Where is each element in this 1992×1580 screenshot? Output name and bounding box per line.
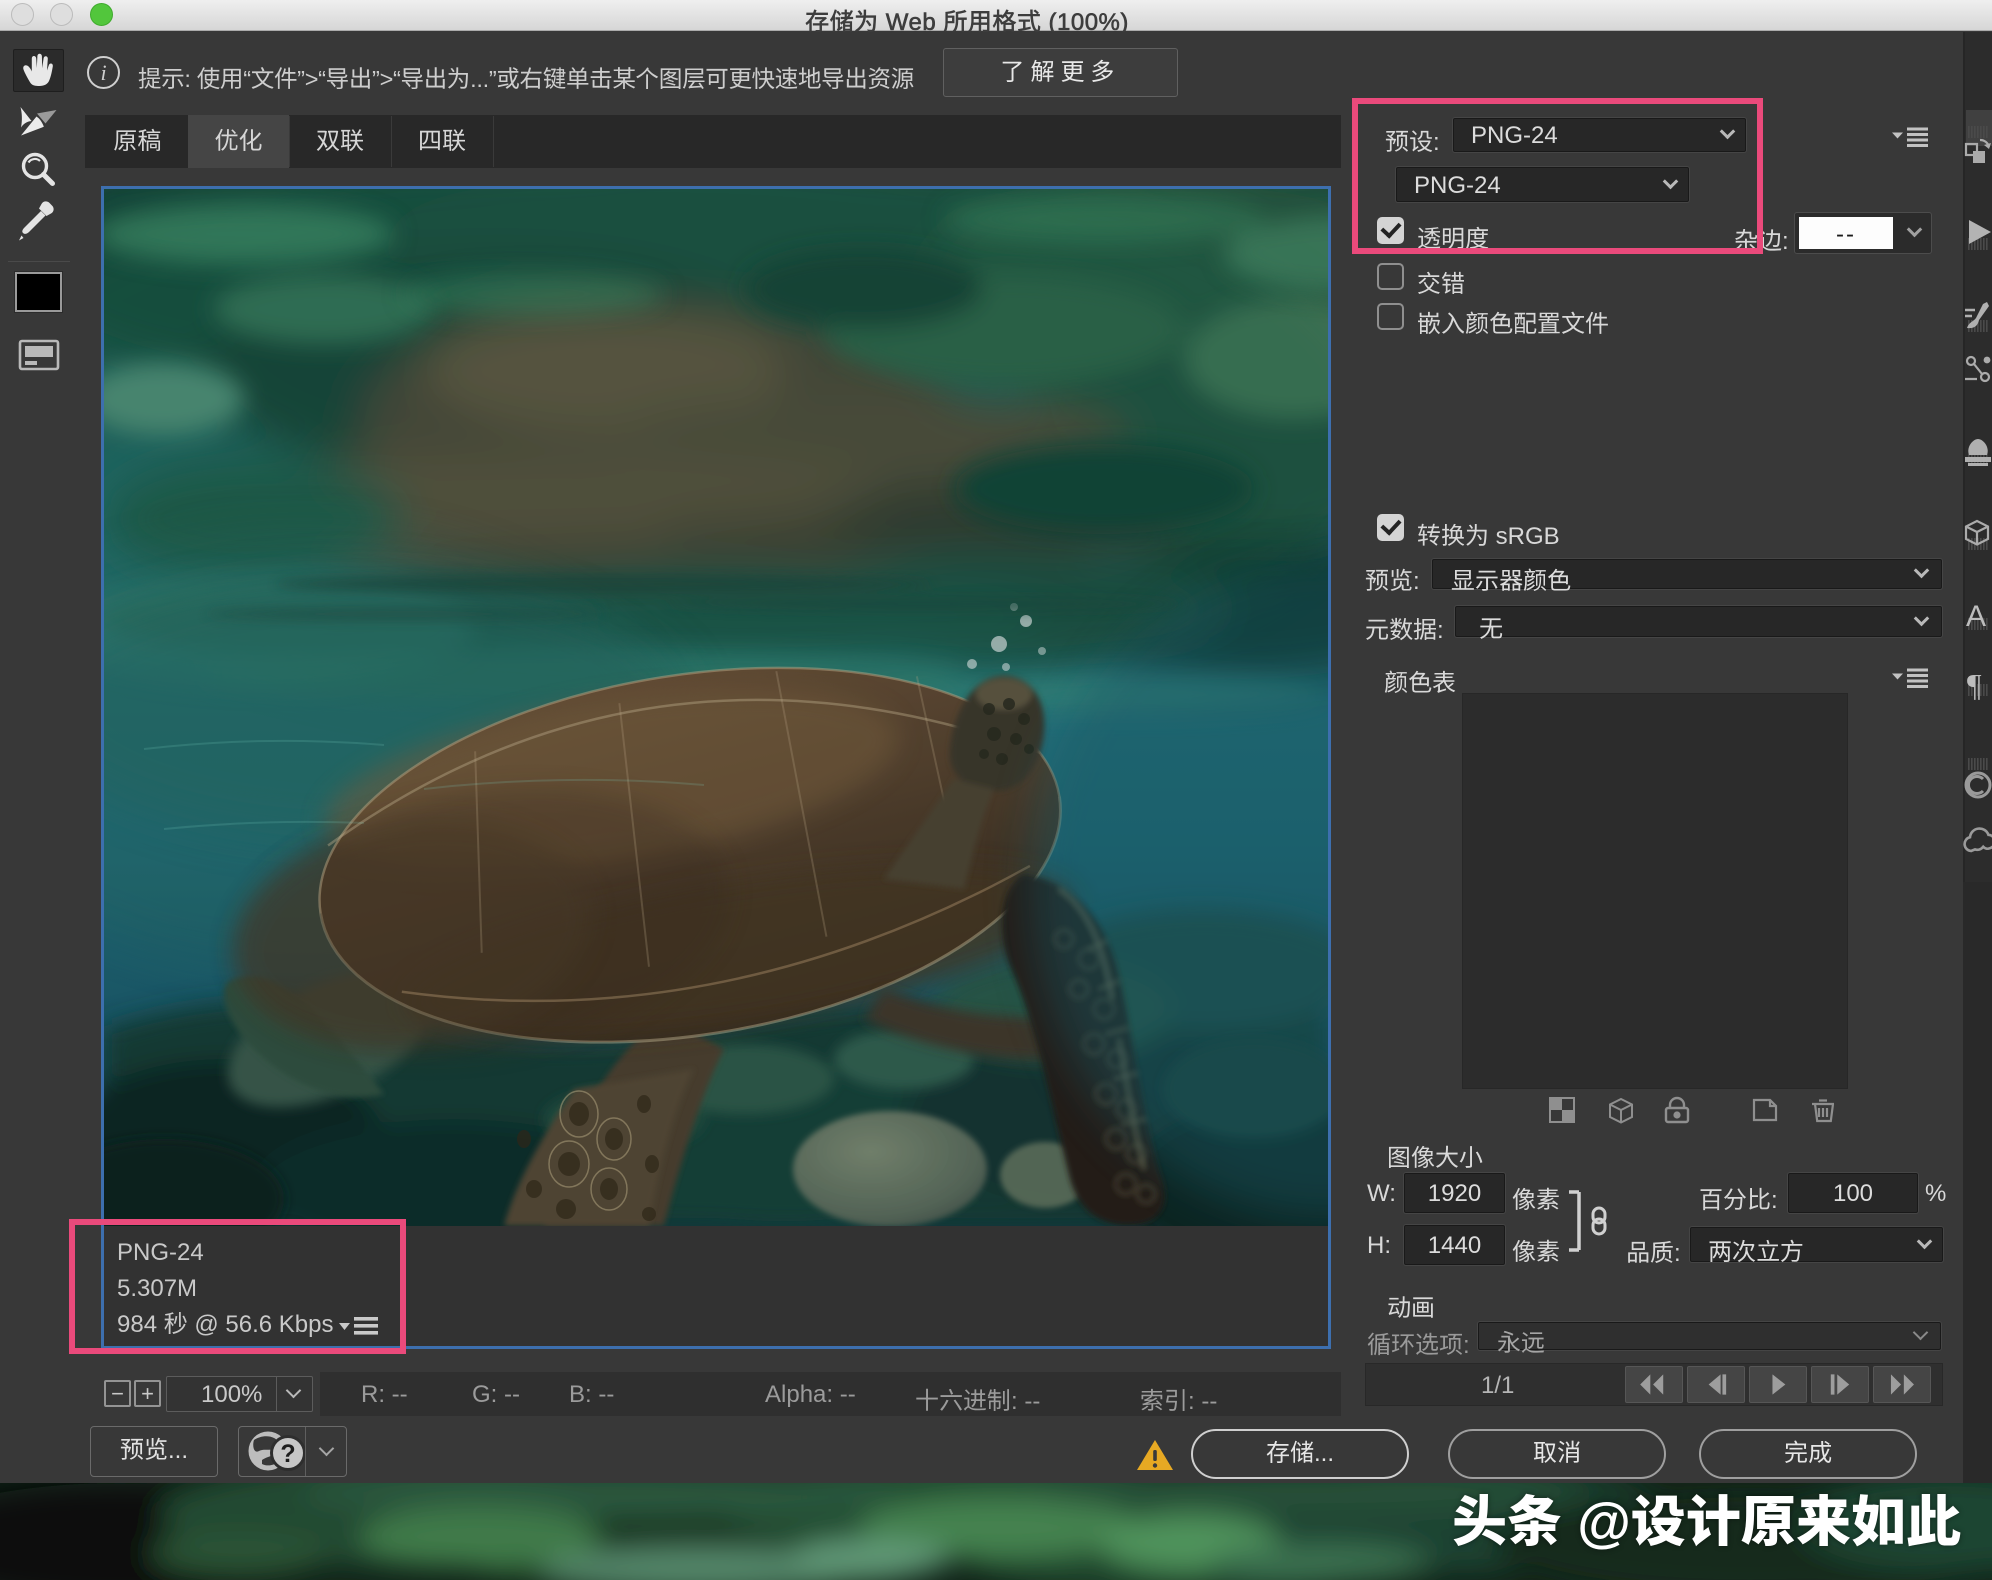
svg-text:?: ?	[280, 1440, 295, 1468]
svg-text:A: A	[1966, 600, 1986, 633]
svg-text:¶: ¶	[1967, 667, 1982, 703]
